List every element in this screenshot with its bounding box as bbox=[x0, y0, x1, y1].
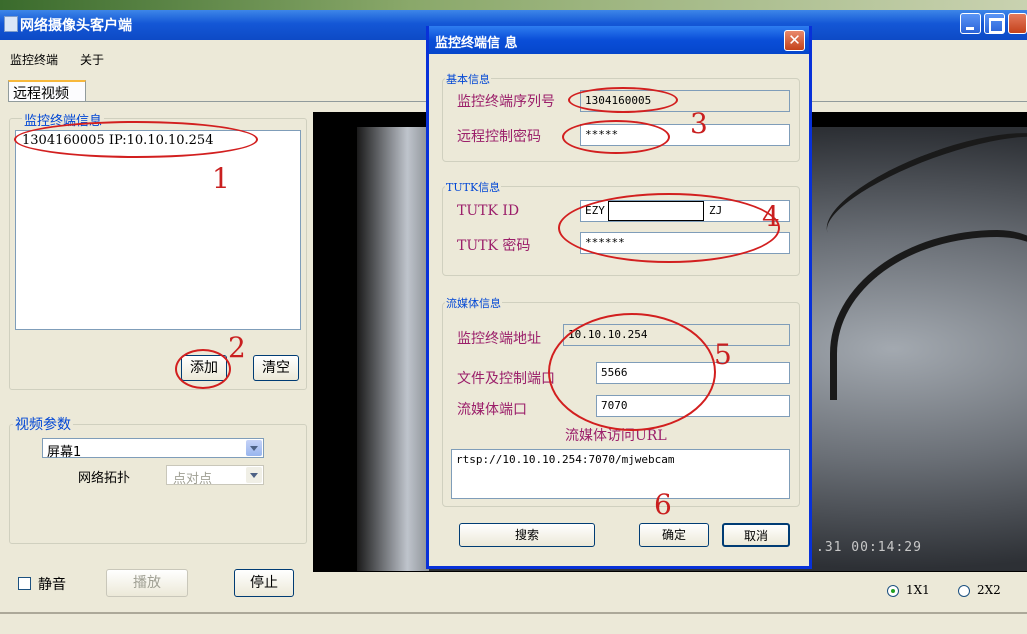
maximize-button[interactable] bbox=[984, 13, 1005, 34]
layout-1x1-label: 1X1 bbox=[906, 583, 930, 597]
terminal-list[interactable]: 1304160005 IP:10.10.10.254 bbox=[15, 130, 301, 330]
menu-about[interactable]: 关于 bbox=[80, 51, 104, 68]
stop-button[interactable]: 停止 bbox=[234, 569, 294, 597]
annotation-ellipse-4 bbox=[558, 193, 780, 263]
video-frame-edge bbox=[357, 127, 429, 571]
dialog-title: 监控终端信 息 bbox=[435, 36, 518, 51]
mute-checkbox[interactable] bbox=[18, 577, 31, 590]
file-port-label: 文件及控制端口 bbox=[457, 371, 555, 387]
search-button[interactable]: 搜索 bbox=[459, 523, 595, 547]
app-icon bbox=[4, 16, 18, 32]
close-button[interactable] bbox=[1008, 13, 1027, 34]
stream-info-label: 流媒体信息 bbox=[445, 295, 502, 311]
video-params-label: 视频参数 bbox=[13, 414, 73, 434]
serial-label: 监控终端序列号 bbox=[457, 94, 555, 110]
layout-1x1-radio[interactable] bbox=[887, 585, 899, 597]
top-strip bbox=[0, 0, 1027, 10]
topology-label: 网络拓扑 bbox=[78, 471, 131, 486]
dialog-titlebar[interactable]: 监控终端信 息 ✕ bbox=[429, 26, 809, 54]
play-button[interactable]: 播放 bbox=[106, 569, 188, 597]
annotation-number-4: 4 bbox=[762, 200, 780, 233]
layout-2x2-label: 2X2 bbox=[977, 583, 1001, 597]
annotation-number-2: 2 bbox=[228, 331, 246, 364]
annotation-ellipse-5 bbox=[548, 313, 716, 431]
annotation-number-1: 1 bbox=[212, 162, 230, 195]
basic-info-label: 基本信息 bbox=[445, 71, 491, 87]
minimize-button[interactable] bbox=[960, 13, 981, 34]
screen-select-value: 屏幕1 bbox=[47, 445, 82, 460]
address-label: 监控终端地址 bbox=[457, 331, 541, 347]
remote-password-label: 远程控制密码 bbox=[457, 129, 541, 145]
menu-terminal[interactable]: 监控终端 bbox=[10, 51, 58, 68]
annotation-ellipse-1 bbox=[14, 121, 258, 158]
topology-select[interactable]: 点对点 bbox=[166, 465, 264, 487]
url-field[interactable]: rtsp://10.10.10.254:7070/mjwebcam bbox=[451, 449, 790, 499]
tutk-id-label: TUTK ID bbox=[457, 203, 520, 219]
annotation-ellipse-3b bbox=[562, 120, 670, 154]
ok-button[interactable]: 确定 bbox=[639, 523, 709, 547]
close-icon[interactable]: ✕ bbox=[784, 30, 805, 51]
tutk-password-label: TUTK 密码 bbox=[457, 238, 531, 254]
chevron-down-icon[interactable] bbox=[246, 440, 262, 456]
status-bar bbox=[0, 612, 1027, 634]
mute-label: 静音 bbox=[38, 577, 66, 593]
cancel-button[interactable]: 取消 bbox=[722, 523, 790, 547]
clear-button[interactable]: 清空 bbox=[253, 355, 299, 381]
tab-remote-video[interactable]: 远程视频 bbox=[8, 80, 86, 102]
app-title: 网络摄像头客户端 bbox=[20, 18, 132, 34]
radio-dot bbox=[891, 589, 895, 593]
annotation-number-6: 6 bbox=[654, 488, 672, 521]
topology-select-value: 点对点 bbox=[173, 472, 213, 487]
annotation-number-3: 3 bbox=[690, 107, 708, 140]
layout-2x2-radio[interactable] bbox=[958, 585, 970, 597]
tutk-info-label: TUTK信息 bbox=[445, 179, 502, 195]
video-timestamp: .31 00:14:29 bbox=[816, 540, 922, 555]
chevron-down-icon[interactable] bbox=[246, 467, 262, 483]
annotation-ellipse-2 bbox=[175, 349, 231, 389]
annotation-number-5: 5 bbox=[714, 338, 732, 371]
media-port-label: 流媒体端口 bbox=[457, 402, 527, 418]
screen-select[interactable]: 屏幕1 bbox=[42, 438, 264, 460]
annotation-ellipse-3a bbox=[568, 87, 678, 113]
